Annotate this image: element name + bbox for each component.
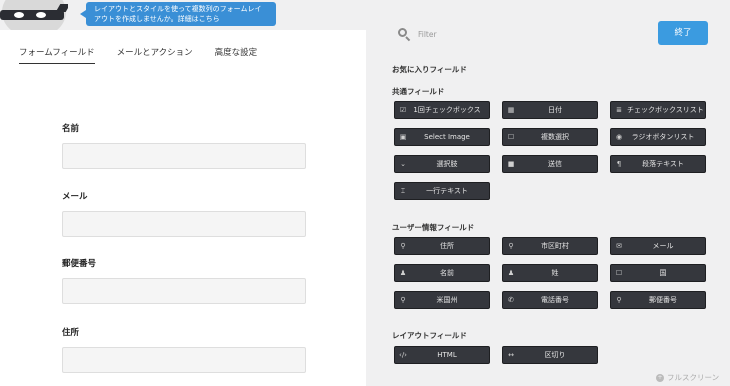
code-icon: ‹/› [399, 351, 407, 359]
field-label: メール [62, 192, 88, 202]
zip-input[interactable] [62, 278, 306, 304]
field-button-multiselect[interactable]: ☐ 複数選択 [502, 128, 598, 146]
field-button-us-state[interactable]: ⚲ 米国州 [394, 291, 490, 309]
field-button-radio-list[interactable]: ◉ ラジオボタンリスト [610, 128, 706, 146]
map-pin-icon: ⚲ [400, 242, 406, 250]
field-label: 名前 [62, 124, 80, 134]
fullscreen-icon: + [656, 373, 664, 382]
radio-icon: ◉ [615, 133, 623, 141]
form-field-address: 住所 [62, 326, 306, 373]
address-input[interactable] [62, 347, 306, 373]
ninja-logo [0, 0, 68, 30]
form-field-email: メール [62, 190, 306, 237]
top-bar: レイアウトとスタイルを使って複数列のフォームレイアウトを作成しませんか。詳細はこ… [0, 0, 366, 30]
filter-input[interactable]: Filter [418, 30, 437, 39]
section-common: 共通フィールド [392, 87, 445, 96]
field-button-checkbox-list[interactable]: ≣ チェックボックスリスト [610, 101, 706, 119]
field-button-first-name[interactable]: ♟ 名前 [394, 264, 490, 282]
map-pin-icon: ⚲ [508, 242, 514, 250]
list-icon: ≣ [616, 106, 622, 114]
tab-emails-actions[interactable]: メールとアクション [117, 46, 193, 64]
section-user-info: ユーザー情報フィールド [392, 223, 475, 232]
search-icon [398, 28, 411, 42]
square-icon: ☐ [615, 269, 623, 277]
user-icon: ♟ [507, 269, 515, 277]
section-layout: レイアウトフィールド [392, 331, 467, 340]
form-field-name: 名前 [62, 122, 306, 169]
text-cursor-icon: ⌶ [400, 186, 406, 195]
user-icon: ♟ [399, 269, 407, 277]
form-builder-panel: フォームフィールド メールとアクション 高度な設定 名前 メール 郵便番号 住所 [0, 30, 366, 386]
field-button-date[interactable]: ▦ 日付 [502, 101, 598, 119]
checkbox-icon: ☑ [399, 106, 407, 114]
divider-icon: ↔ [508, 351, 514, 359]
field-button-html[interactable]: ‹/› HTML [394, 346, 490, 364]
chevron-down-icon: ⌄ [400, 160, 406, 168]
field-button-address[interactable]: ⚲ 住所 [394, 237, 490, 255]
field-palette-panel: Filter 終了 お気に入りフィールド 共通フィールド ☑ 1回チェックボックス… [366, 0, 730, 386]
promo-tooltip[interactable]: レイアウトとスタイルを使って複数列のフォームレイアウトを作成しませんか。詳細はこ… [80, 2, 276, 26]
field-button-select-image[interactable]: ▣ Select Image [394, 128, 490, 146]
map-pin-icon: ⚲ [616, 296, 622, 304]
name-input[interactable] [62, 143, 306, 169]
field-button-divider[interactable]: ↔ 区切り [502, 346, 598, 364]
square-filled-icon: ■ [507, 160, 515, 168]
field-label: 郵便番号 [62, 259, 97, 269]
envelope-icon: ✉ [616, 242, 622, 250]
field-button-select[interactable]: ⌄ 選択肢 [394, 155, 490, 173]
field-button-last-name[interactable]: ♟ 姓 [502, 264, 598, 282]
tab-bar: フォームフィールド メールとアクション 高度な設定 [19, 46, 257, 64]
field-button-submit[interactable]: ■ 送信 [502, 155, 598, 173]
field-label: 住所 [62, 328, 80, 338]
field-button-paragraph[interactable]: ¶ 段落テキスト [610, 155, 706, 173]
field-button-email[interactable]: ✉ メール [610, 237, 706, 255]
phone-icon: ✆ [508, 296, 514, 304]
tab-advanced[interactable]: 高度な設定 [215, 46, 258, 64]
done-button[interactable]: 終了 [658, 21, 708, 45]
paragraph-icon: ¶ [616, 160, 622, 168]
field-button-zip[interactable]: ⚲ 郵便番号 [610, 291, 706, 309]
fullscreen-toggle[interactable]: + フルスクリーン [656, 372, 719, 383]
square-icon: ☐ [507, 133, 515, 141]
image-icon: ▣ [399, 133, 407, 141]
tab-form-fields[interactable]: フォームフィールド [19, 46, 95, 64]
field-button-single-line-text[interactable]: ⌶ 一行テキスト [394, 182, 490, 200]
email-input[interactable] [62, 211, 306, 237]
field-button-country[interactable]: ☐ 国 [610, 264, 706, 282]
section-favorites: お気に入りフィールド [392, 65, 467, 74]
calendar-icon: ▦ [507, 106, 515, 114]
fullscreen-label: フルスクリーン [667, 373, 720, 382]
field-button-phone[interactable]: ✆ 電話番号 [502, 291, 598, 309]
filter-box[interactable]: Filter [398, 28, 437, 42]
field-button-city[interactable]: ⚲ 市区町村 [502, 237, 598, 255]
map-pin-icon: ⚲ [400, 296, 406, 304]
form-field-zip: 郵便番号 [62, 257, 306, 304]
field-button-single-checkbox[interactable]: ☑ 1回チェックボックス [394, 101, 490, 119]
